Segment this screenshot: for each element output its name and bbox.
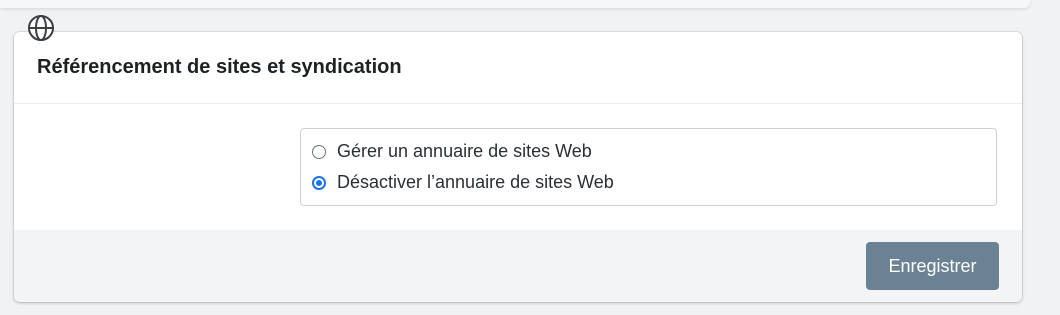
settings-card: Référencement de sites et syndication Gé… (14, 32, 1022, 302)
card-title: Référencement de sites et syndication (37, 56, 402, 78)
previous-card-edge (0, 0, 1030, 8)
save-button[interactable]: Enregistrer (866, 242, 999, 290)
radio-disable-directory[interactable] (312, 175, 326, 190)
radio-manage-directory[interactable] (312, 144, 326, 159)
option-manage-directory-label: Gérer un annuaire de sites Web (337, 141, 592, 161)
globe-icon (28, 15, 54, 41)
card-body: Gérer un annuaire de sites Web Désactive… (14, 104, 1022, 230)
option-manage-directory[interactable]: Gérer un annuaire de sites Web (312, 141, 592, 162)
card-footer: Enregistrer (14, 230, 1022, 302)
option-disable-directory[interactable]: Désactiver l’annuaire de sites Web (312, 172, 614, 193)
card-header: Référencement de sites et syndication (14, 32, 1022, 104)
option-disable-directory-label: Désactiver l’annuaire de sites Web (337, 172, 614, 192)
directory-option-group: Gérer un annuaire de sites Web Désactive… (300, 128, 997, 206)
